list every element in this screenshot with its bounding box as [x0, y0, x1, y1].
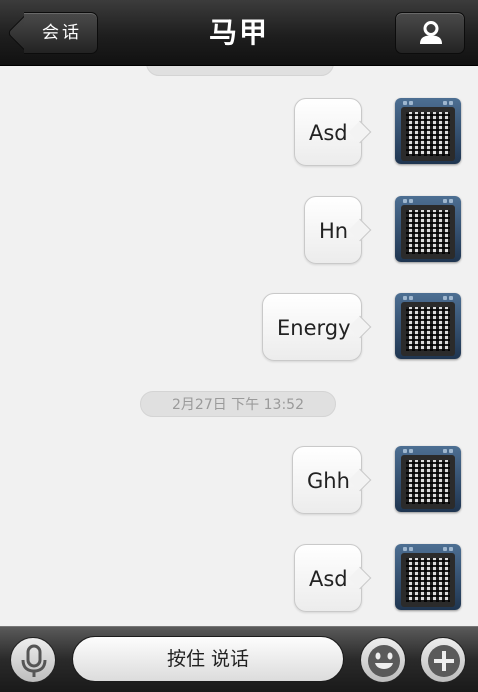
message-text: Asd	[309, 567, 348, 591]
message-text: Hn	[319, 219, 349, 243]
hold-to-talk-button[interactable]: 按住 说话	[72, 636, 344, 682]
timestamp-badge	[146, 66, 334, 76]
qr-code-icon	[406, 210, 450, 254]
microphone-icon	[21, 644, 47, 677]
avatar[interactable]	[395, 196, 461, 262]
timestamp-badge: 2月27日 下午 13:52	[140, 391, 336, 417]
message-text: Asd	[309, 121, 348, 145]
emoji-button[interactable]	[360, 637, 406, 683]
qr-code-icon	[406, 558, 450, 602]
back-button[interactable]: 会话	[6, 11, 98, 55]
message-row: Asd	[0, 544, 478, 614]
avatar[interactable]	[395, 544, 461, 610]
avatar[interactable]	[395, 293, 461, 359]
back-button-label: 会话	[42, 23, 82, 43]
voice-button[interactable]	[10, 637, 56, 683]
message-text: Energy	[277, 316, 351, 340]
navigation-bar: 会话 马甲	[0, 0, 478, 66]
message-row: Asd	[0, 98, 478, 168]
plus-icon	[428, 645, 460, 677]
avatar[interactable]	[395, 446, 461, 512]
smiley-icon	[368, 645, 400, 677]
chat-screen: 会话 马甲 Asd Hn Energy 2月27日 下午 13:52 Ghh A…	[0, 0, 478, 692]
message-row: Ghh	[0, 446, 478, 516]
qr-code-icon	[406, 460, 450, 504]
avatar[interactable]	[395, 98, 461, 164]
person-icon	[420, 21, 442, 44]
message-row: Hn	[0, 196, 478, 266]
profile-button[interactable]	[395, 12, 465, 54]
message-bubble[interactable]: Energy	[262, 293, 362, 361]
message-list[interactable]: Asd Hn Energy 2月27日 下午 13:52 Ghh Asd	[0, 66, 478, 626]
more-button[interactable]	[420, 637, 466, 683]
input-bar: 按住 说话	[0, 626, 478, 692]
message-text: Ghh	[307, 469, 350, 493]
qr-code-icon	[406, 307, 450, 351]
message-row: Energy	[0, 293, 478, 363]
qr-code-icon	[406, 112, 450, 156]
